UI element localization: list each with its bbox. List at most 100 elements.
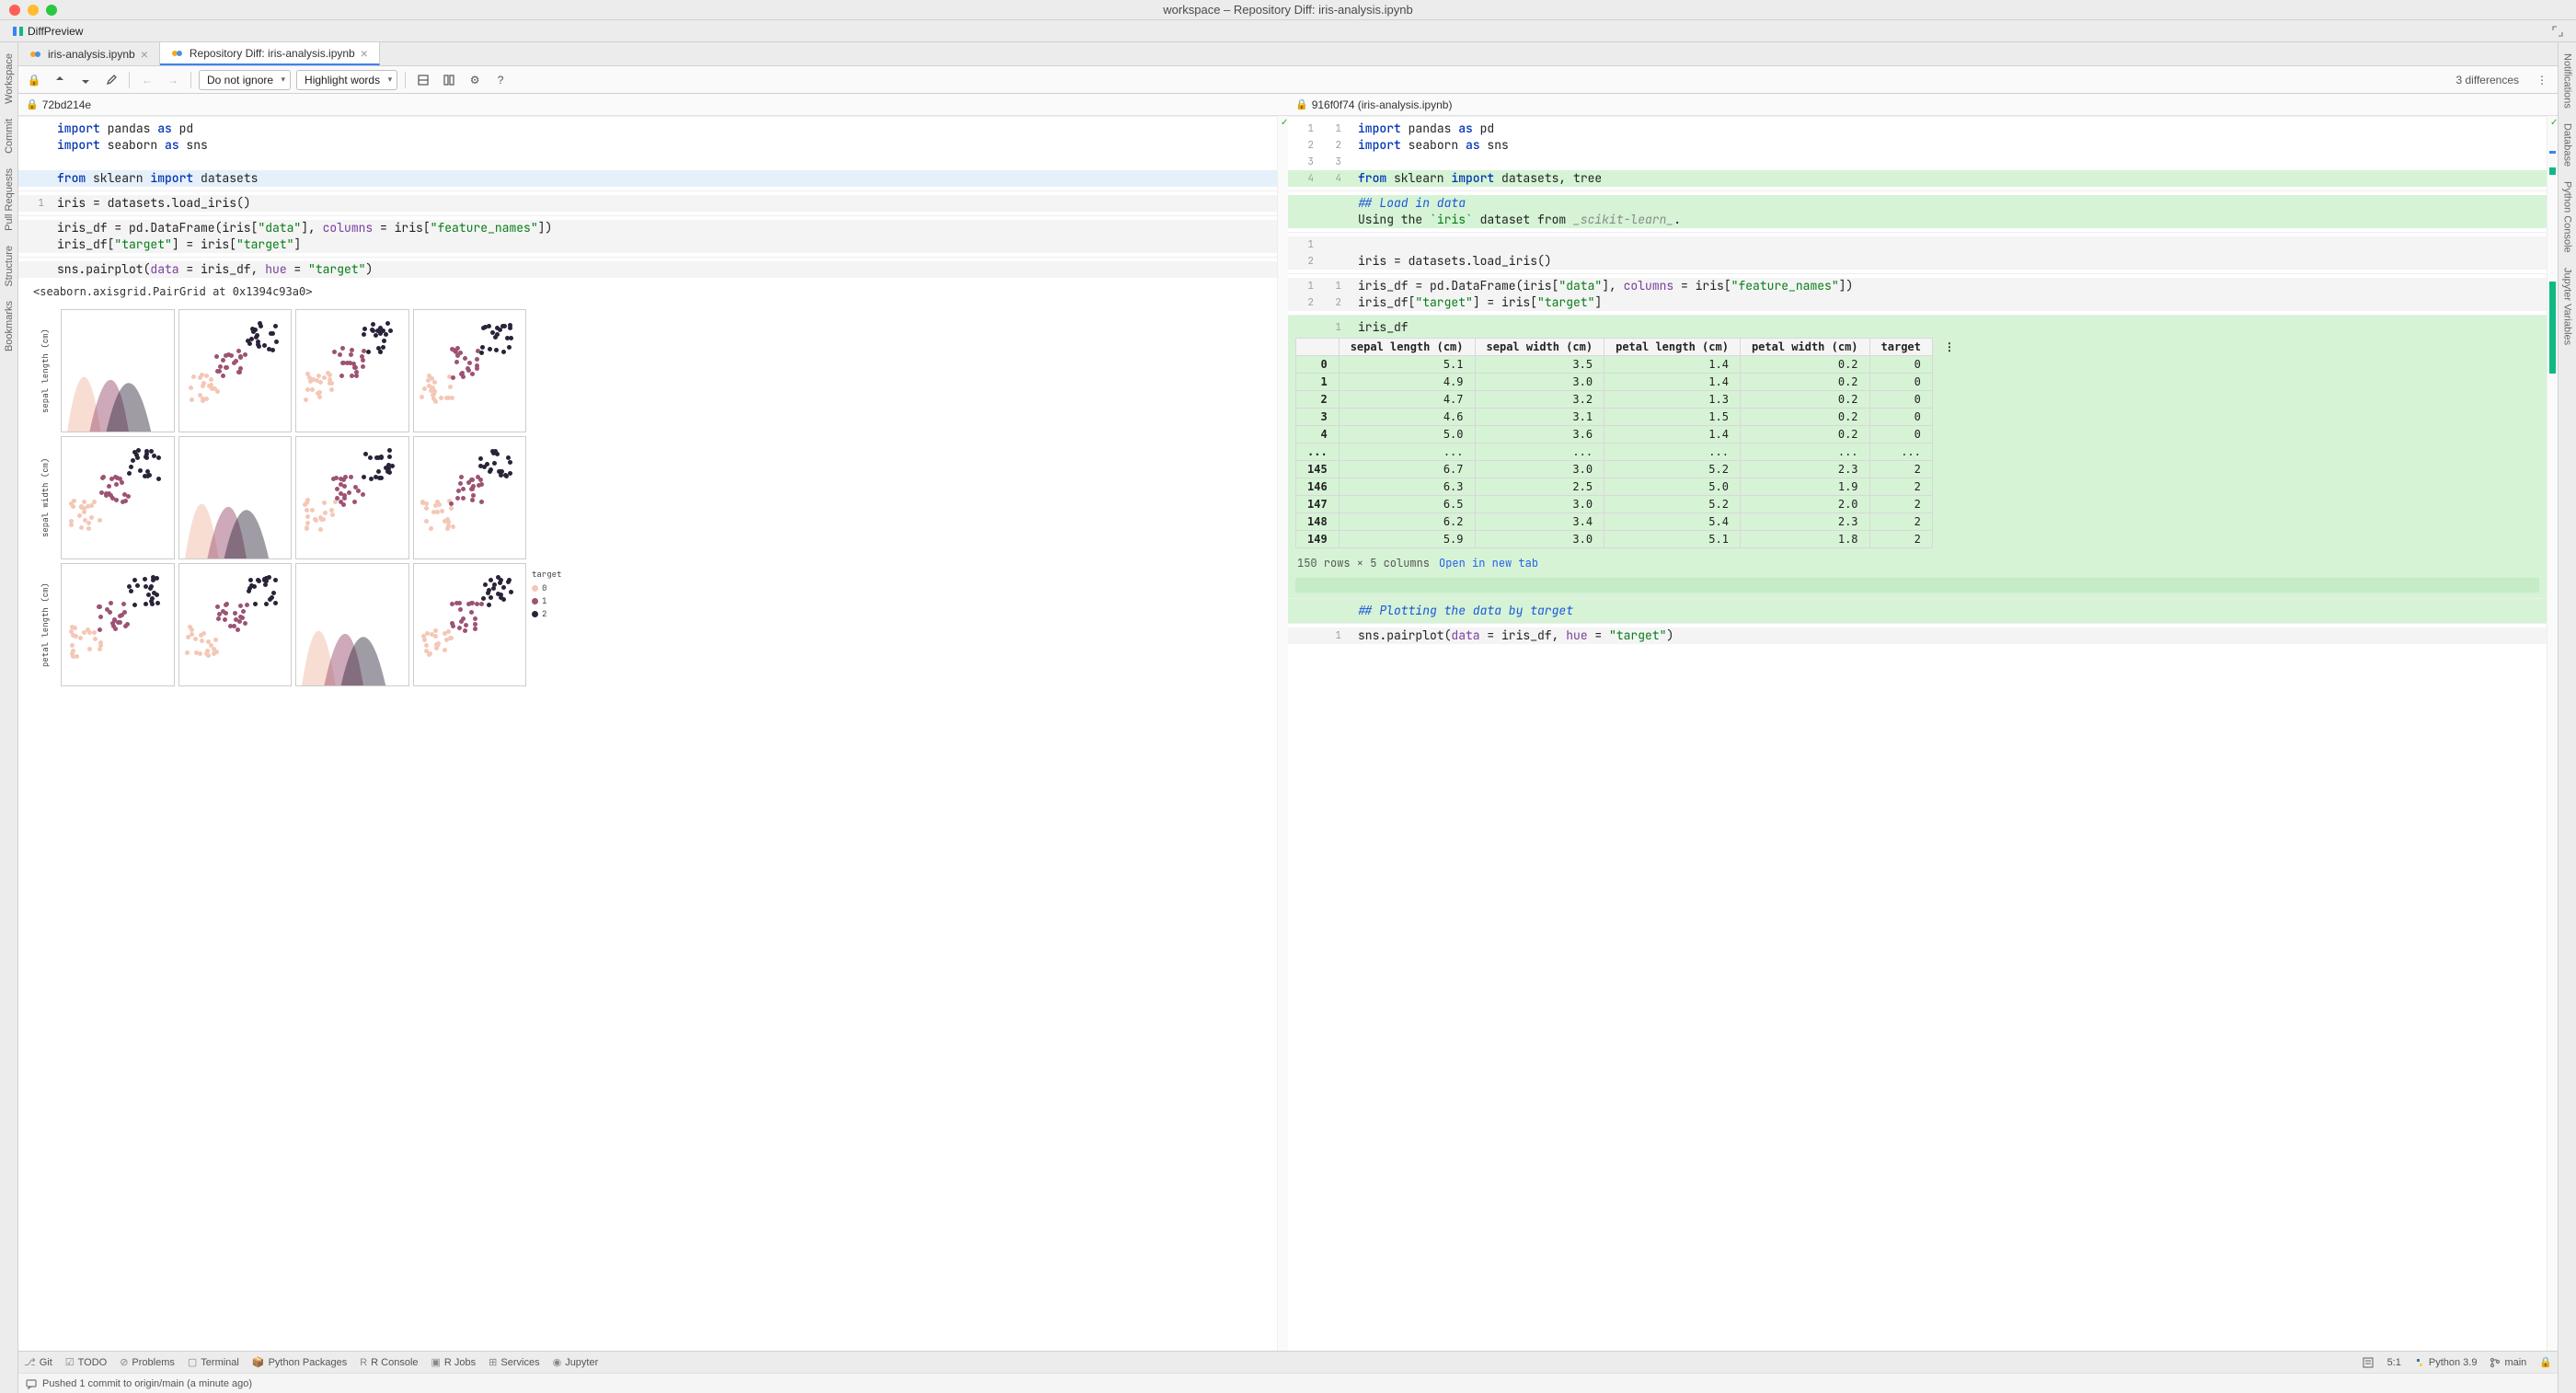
jupyter-icon: ◉ [553, 1356, 562, 1368]
table-row[interactable]: 1456.73.05.22.32 [1296, 461, 1967, 478]
forward-button[interactable]: → [163, 70, 183, 90]
window-minimize[interactable] [28, 5, 39, 16]
sync-scroll-button[interactable] [439, 70, 459, 90]
pairplot-output: sepal length (cm)sepal width (cm)petal l… [33, 309, 585, 686]
df-column-header[interactable]: sepal width (cm) [1475, 339, 1604, 356]
toolwindow-r-jobs[interactable]: ▣ R Jobs [431, 1356, 477, 1368]
tab-repository-diff-iris-analysis-ipynb[interactable]: Repository Diff: iris-analysis.ipynb× [160, 42, 380, 65]
lock-status-icon[interactable]: 🔒 [2539, 1356, 2552, 1368]
settings-icon[interactable]: ⚙ [465, 70, 485, 90]
prev-diff-button[interactable] [50, 70, 70, 90]
status-message-icon [26, 1378, 37, 1389]
diff-icon [11, 24, 26, 39]
rail-item-structure[interactable]: Structure [2, 238, 17, 294]
window-close[interactable] [9, 5, 20, 16]
df-column-header[interactable]: sepal length (cm) [1339, 339, 1475, 356]
git-branch[interactable]: main [2490, 1357, 2526, 1368]
git-icon: ⎇ [24, 1356, 36, 1368]
left-tool-rail: WorkspaceCommitPull RequestsStructureBoo… [0, 42, 18, 1393]
table-row[interactable]: 1476.53.05.22.02 [1296, 496, 1967, 513]
diff-pane-right: 🔒 916f0f74 (iris-analysis.ipynb) 11impor… [1288, 94, 2558, 1351]
cell-output-repr: <seaborn.axisgrid.PairGrid at 0x1394c93a… [18, 278, 1277, 305]
left-marker-strip[interactable]: ✓ [1277, 116, 1288, 1351]
pairplot-subplot [61, 436, 175, 559]
tab-iris-analysis-ipynb[interactable]: iris-analysis.ipynb× [18, 42, 160, 65]
table-row[interactable]: 24.73.21.30.20 [1296, 391, 1967, 409]
toolwindow-todo[interactable]: ☑ TODO [65, 1356, 107, 1368]
diff-pane-left: 🔒 72bd214e import pandas as pdimport sea… [18, 94, 1288, 1351]
more-icon[interactable]: ⋮ [2532, 70, 2552, 90]
titlebar: workspace – Repository Diff: iris-analys… [0, 0, 2576, 20]
pairplot-subplot [413, 309, 527, 432]
rail-item-workspace[interactable]: Workspace [2, 46, 17, 111]
more-icon[interactable]: ⋮ [1932, 339, 1966, 356]
close-icon[interactable]: × [141, 47, 148, 62]
highlight-select[interactable]: Highlight words [296, 70, 397, 90]
table-row[interactable]: 1495.93.05.11.82 [1296, 531, 1967, 548]
python-interpreter[interactable]: Python 3.9 [2414, 1357, 2478, 1368]
back-button[interactable]: ← [137, 70, 157, 90]
ignore-select[interactable]: Do not ignore [199, 70, 291, 90]
toolwindow-problems[interactable]: ⊘ Problems [120, 1356, 175, 1368]
right-tool-rail: NotificationsDatabasePython ConsoleJupyt… [2558, 42, 2576, 1393]
close-icon[interactable]: × [361, 46, 368, 61]
breadcrumb[interactable]: DiffPreview [28, 25, 83, 38]
lock-icon: 🔒 [24, 70, 44, 90]
edit-icon[interactable] [101, 70, 121, 90]
help-icon[interactable]: ? [490, 70, 511, 90]
pairplot-subplot [413, 563, 527, 686]
pairplot-subplot [178, 436, 293, 559]
r-console-icon: R [360, 1357, 367, 1368]
toolwindow-python-packages[interactable]: 📦 Python Packages [252, 1356, 347, 1368]
df-column-header[interactable]: target [1869, 339, 1932, 356]
dataframe-output: sepal length (cm)sepal width (cm)petal l… [1288, 338, 2547, 593]
right-marker-strip[interactable]: ✓ [2547, 116, 2558, 1351]
python-packages-icon: 📦 [252, 1356, 265, 1368]
event-log-icon[interactable] [2362, 1356, 2375, 1369]
pairplot-ylabel: sepal width (cm) [33, 436, 57, 559]
right-revision-label: 916f0f74 (iris-analysis.ipynb) [1312, 98, 1453, 111]
rail-item-bookmarks[interactable]: Bookmarks [2, 294, 17, 359]
rail-item-jupyter-variables[interactable]: Jupyter Variables [2560, 260, 2575, 352]
lock-icon: 🔒 [26, 98, 39, 110]
pairplot-subplot [178, 309, 293, 432]
editor-tabs: iris-analysis.ipynb×Repository Diff: iri… [18, 42, 2558, 66]
pairplot-subplot [295, 309, 409, 432]
collapse-unchanged-button[interactable] [413, 70, 433, 90]
dataframe-shape: 150 rows × 5 columns [1297, 556, 1430, 570]
dataframe-table[interactable]: sepal length (cm)sepal width (cm)petal l… [1295, 338, 1967, 548]
rail-item-notifications[interactable]: Notifications [2560, 46, 2575, 116]
left-revision-label: 72bd214e [42, 98, 91, 111]
table-row[interactable]: 1466.32.55.01.92 [1296, 478, 1967, 496]
pairplot-legend: target012 [530, 563, 585, 686]
pairplot-subplot [178, 563, 293, 686]
toolwindow-jupyter[interactable]: ◉ Jupyter [553, 1356, 599, 1368]
table-row[interactable]: 34.63.11.50.20 [1296, 409, 1967, 426]
expand-icon[interactable] [2550, 24, 2565, 39]
table-row[interactable]: 1486.23.45.42.32 [1296, 513, 1967, 531]
problems-icon: ⊘ [120, 1356, 128, 1368]
pairplot-subplot [295, 436, 409, 559]
pairplot-subplot [413, 436, 527, 559]
toolwindow-services[interactable]: ⊞ Services [489, 1356, 539, 1368]
window-zoom[interactable] [46, 5, 57, 16]
table-row[interactable]: .................. [1296, 443, 1967, 461]
open-in-new-tab-link[interactable]: Open in new tab [1439, 556, 1538, 570]
todo-icon: ☑ [65, 1356, 75, 1368]
toolwindow-git[interactable]: ⎇ Git [24, 1356, 52, 1368]
navigation-bar: DiffPreview [0, 20, 2576, 42]
rail-item-database[interactable]: Database [2560, 116, 2575, 174]
rail-item-python-console[interactable]: Python Console [2560, 174, 2575, 260]
table-row[interactable]: 14.93.01.40.20 [1296, 374, 1967, 391]
rail-item-commit[interactable]: Commit [2, 111, 17, 161]
toolwindow-r-console[interactable]: R R Console [360, 1357, 418, 1368]
df-column-header[interactable]: petal length (cm) [1604, 339, 1741, 356]
cursor-position[interactable]: 5:1 [2387, 1357, 2401, 1368]
toolwindow-terminal[interactable]: ▢ Terminal [188, 1356, 239, 1368]
df-column-header[interactable]: petal width (cm) [1740, 339, 1869, 356]
table-row[interactable]: 45.03.61.40.20 [1296, 426, 1967, 443]
pairplot-ylabel: sepal length (cm) [33, 309, 57, 432]
table-row[interactable]: 05.13.51.40.20 [1296, 356, 1967, 374]
next-diff-button[interactable] [75, 70, 96, 90]
rail-item-pull-requests[interactable]: Pull Requests [2, 161, 17, 238]
